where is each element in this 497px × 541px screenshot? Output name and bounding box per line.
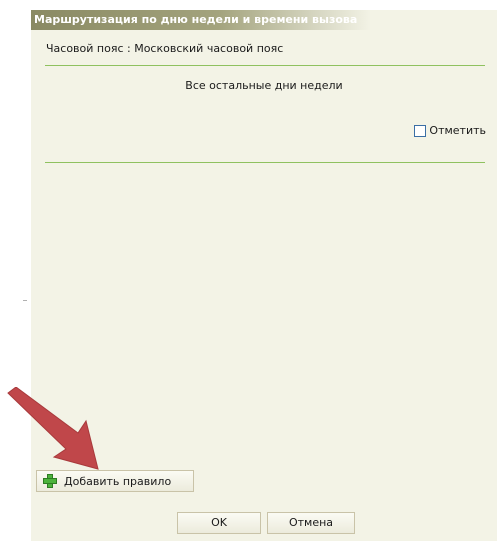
cancel-button[interactable]: Отмена (267, 512, 355, 534)
mark-checkbox[interactable] (414, 124, 427, 137)
divider-bottom (45, 162, 485, 163)
dialog-title: Маршрутизация по дню недели и времени вы… (31, 10, 371, 30)
add-rule-label: Добавить правило (64, 474, 172, 488)
arrow-annotation-icon (7, 387, 99, 470)
days-heading: Все остальные дни недели (185, 79, 343, 92)
timezone-label: Часовой пояс : Московский часовой пояс (46, 42, 284, 55)
mark-label: Отметить (429, 124, 486, 137)
ok-button[interactable]: OK (177, 512, 261, 534)
plus-icon (42, 473, 58, 489)
divider-top (45, 65, 485, 66)
add-rule-button[interactable]: Добавить правило (36, 470, 194, 492)
mark-checkbox-group[interactable]: Отметить (414, 124, 486, 137)
edge-mark (23, 300, 27, 301)
